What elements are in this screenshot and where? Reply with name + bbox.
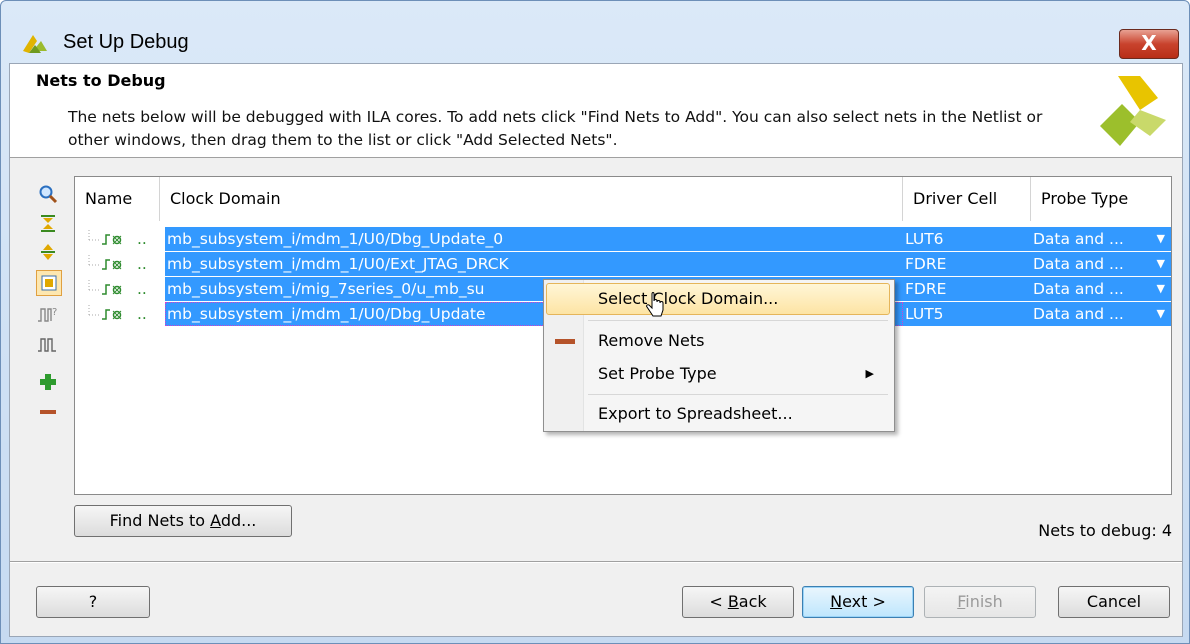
close-button[interactable]: X: [1119, 29, 1179, 59]
menu-item-label: Set Probe Type: [598, 364, 717, 383]
probe-icon[interactable]: ?: [36, 302, 60, 326]
waveform-icon[interactable]: [36, 332, 60, 356]
help-button[interactable]: ?: [36, 586, 150, 618]
net-icon: [88, 229, 122, 245]
column-header-probe-type[interactable]: Probe Type: [1031, 177, 1171, 221]
menu-item-label: Export to Spreadsheet...: [598, 404, 793, 423]
button-label: inish: [965, 592, 1003, 611]
mnemonic: B: [727, 592, 739, 611]
header-panel: Nets to Debug The nets below will be deb…: [10, 64, 1182, 158]
net-name-text: ..: [137, 280, 147, 298]
find-nets-to-add-button[interactable]: Find Nets to Add...: [74, 505, 292, 537]
hand-cursor-icon: [646, 292, 664, 317]
page-description: The nets below will be debugged with ILA…: [68, 108, 1043, 149]
menu-item-remove-nets[interactable]: Remove Nets: [546, 325, 890, 357]
column-header-clock-domain[interactable]: Clock Domain: [160, 177, 903, 221]
menu-item-label: Remove Nets: [598, 331, 705, 350]
mnemonic: N: [830, 592, 843, 611]
button-label: Find Nets to: [109, 511, 211, 530]
menu-item-set-probe-type[interactable]: Set Probe Type ▶: [546, 358, 890, 390]
menu-separator: [588, 320, 888, 321]
dropdown-arrow-icon: ▼: [1156, 232, 1165, 245]
next-button[interactable]: Next >: [802, 586, 914, 618]
net-name-text: ..: [137, 305, 147, 323]
title-bar: Set Up Debug X: [1, 1, 1189, 63]
net-icon: [88, 279, 122, 295]
probe-type-value: Data and ...: [1033, 230, 1124, 248]
net-name-text: ..: [137, 255, 147, 273]
expand-all-icon[interactable]: [36, 240, 60, 264]
menu-separator: [588, 394, 888, 395]
driver-cell-cell: FDRE: [903, 277, 1031, 301]
submenu-arrow-icon: ▶: [865, 367, 874, 380]
probe-type-value: Data and ...: [1033, 255, 1124, 273]
probe-type-dropdown[interactable]: Data and ... ▼: [1031, 302, 1171, 326]
back-button[interactable]: < Back: [682, 586, 794, 618]
svg-text:?: ?: [52, 307, 57, 318]
menu-item-export-to-spreadsheet[interactable]: Export to Spreadsheet...: [546, 398, 890, 430]
column-header-driver-cell[interactable]: Driver Cell: [903, 177, 1031, 221]
cancel-button[interactable]: Cancel: [1058, 586, 1170, 618]
table-header: Name Clock Domain Driver Cell Probe Type: [75, 177, 1171, 221]
set-up-debug-dialog: Set Up Debug X Nets to Debug The nets be…: [0, 0, 1190, 644]
net-icon: [88, 254, 122, 270]
button-label: dd...: [220, 511, 257, 530]
select-icon[interactable]: [36, 270, 62, 296]
add-icon[interactable]: [36, 370, 60, 394]
net-icon: [88, 304, 122, 320]
button-label: ack: [738, 592, 767, 611]
net-name-cell: ..: [75, 252, 165, 276]
net-name-cell: ..: [75, 277, 165, 301]
vivado-logo-icon: [23, 35, 47, 53]
xilinx-logo-icon: [1100, 76, 1166, 146]
nets-count-status: Nets to debug: 4: [1038, 521, 1172, 540]
dropdown-arrow-icon: ▼: [1156, 307, 1165, 320]
probe-type-dropdown[interactable]: Data and ... ▼: [1031, 252, 1171, 276]
clock-domain-cell: mb_subsystem_i/mdm_1/U0/Dbg_Update_0: [165, 227, 903, 251]
footer-divider: [10, 561, 1182, 563]
dropdown-arrow-icon: ▼: [1156, 282, 1165, 295]
button-label: <: [709, 592, 728, 611]
remove-icon: [555, 339, 575, 344]
net-name-text: ..: [137, 230, 147, 248]
driver-cell-cell: LUT6: [903, 227, 1031, 251]
collapse-all-icon[interactable]: [36, 212, 60, 236]
remove-icon[interactable]: [36, 400, 60, 424]
mnemonic: A: [210, 511, 221, 530]
probe-type-value: Data and ...: [1033, 305, 1124, 323]
dropdown-arrow-icon: ▼: [1156, 257, 1165, 270]
button-label: ext >: [842, 592, 886, 611]
menu-item-label: Select Clock Domain...: [598, 289, 779, 308]
context-menu: Select Clock Domain... Remove Nets Set P…: [543, 279, 895, 432]
table-row[interactable]: .. mb_subsystem_i/mdm_1/U0/Dbg_Update_0 …: [75, 227, 1171, 251]
table-row[interactable]: .. mb_subsystem_i/mdm_1/U0/Ext_JTAG_DRCK…: [75, 252, 1171, 276]
finish-button[interactable]: Finish: [924, 586, 1036, 618]
probe-type-dropdown[interactable]: Data and ... ▼: [1031, 277, 1171, 301]
window-title: Set Up Debug: [63, 31, 189, 53]
probe-type-value: Data and ...: [1033, 280, 1124, 298]
net-name-cell: ..: [75, 227, 165, 251]
table-toolbar: ?: [36, 182, 66, 482]
clock-domain-cell: mb_subsystem_i/mdm_1/U0/Ext_JTAG_DRCK: [165, 252, 903, 276]
dialog-content: Nets to Debug The nets below will be deb…: [9, 63, 1183, 637]
menu-item-select-clock-domain[interactable]: Select Clock Domain...: [546, 283, 890, 315]
column-header-name[interactable]: Name: [75, 177, 160, 221]
driver-cell-cell: FDRE: [903, 252, 1031, 276]
page-title: Nets to Debug: [36, 71, 166, 90]
driver-cell-cell: LUT5: [903, 302, 1031, 326]
probe-type-dropdown[interactable]: Data and ... ▼: [1031, 227, 1171, 251]
net-name-cell: ..: [75, 302, 165, 326]
search-icon[interactable]: [36, 182, 60, 206]
